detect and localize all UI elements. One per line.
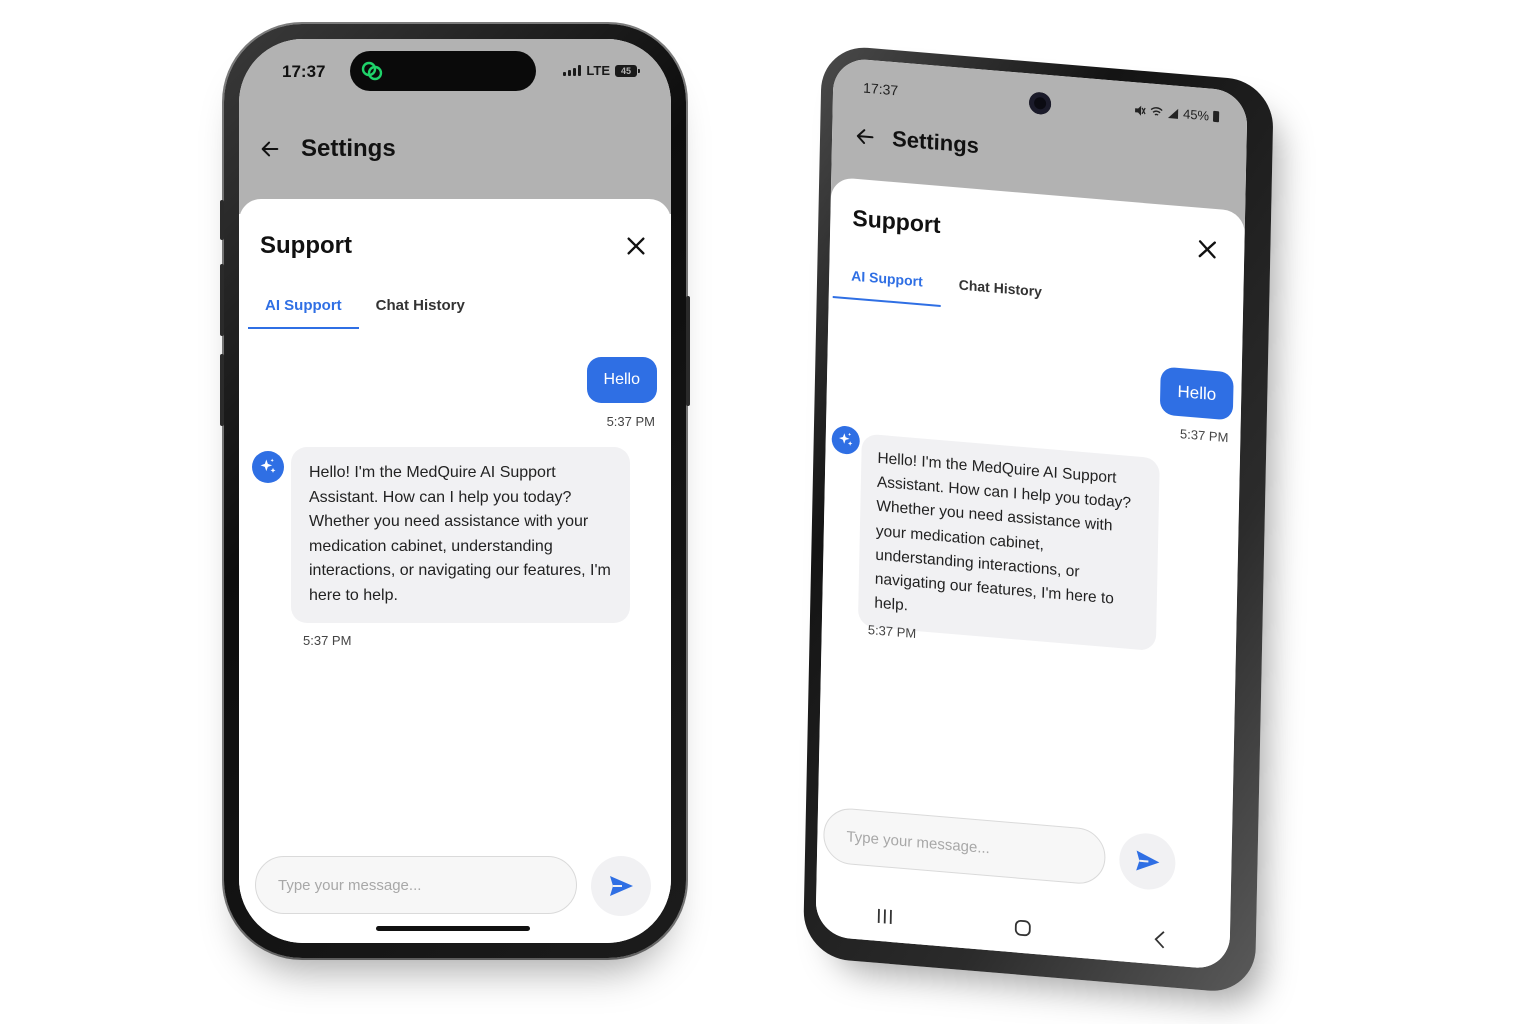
message-timestamp: 5:37 PM bbox=[867, 621, 917, 642]
back-chevron-icon[interactable] bbox=[1149, 927, 1173, 953]
status-bar: 17:37 LTE 45 bbox=[239, 39, 671, 99]
ai-avatar bbox=[831, 424, 861, 456]
message-timestamp: 5:37 PM bbox=[303, 633, 352, 648]
send-button[interactable] bbox=[1118, 831, 1176, 892]
support-sheet: Support AI Support Chat History Hello 5:… bbox=[815, 176, 1246, 971]
ai-avatar bbox=[252, 451, 284, 483]
phone-screen: 17:37 LTE 45 Settings Support AI Support… bbox=[239, 39, 671, 943]
dimmed-header: 17:37 LTE 45 Settings bbox=[239, 39, 671, 214]
front-camera bbox=[1028, 91, 1052, 116]
assistant-message-bubble: Hello! I'm the MedQuire AI Support Assis… bbox=[857, 433, 1160, 652]
message-timestamp: 5:37 PM bbox=[606, 414, 655, 429]
status-time: 17:37 bbox=[862, 79, 899, 99]
tab-chat-history[interactable]: Chat History bbox=[940, 266, 1060, 317]
home-indicator[interactable] bbox=[376, 926, 530, 931]
page-title: Settings bbox=[891, 125, 980, 159]
sheet-title: Support bbox=[852, 204, 941, 238]
network-label: LTE bbox=[586, 63, 610, 78]
android-device-wrapper: 17:37 45% Settings Support AI Support Ch… bbox=[802, 44, 1302, 1007]
status-time: 17:37 bbox=[282, 62, 326, 81]
page-title: Settings bbox=[301, 135, 396, 162]
volume-up-button bbox=[220, 264, 224, 336]
wifi-icon bbox=[1150, 106, 1163, 116]
message-timestamp: 5:37 PM bbox=[1179, 426, 1229, 446]
signal-icon bbox=[563, 65, 582, 76]
assistant-message-bubble: Hello! I'm the MedQuire AI Support Assis… bbox=[291, 447, 630, 623]
status-indicators: 45% bbox=[1134, 102, 1220, 124]
back-arrow-icon[interactable] bbox=[259, 138, 281, 160]
back-arrow-icon[interactable] bbox=[854, 125, 876, 149]
message-input[interactable] bbox=[255, 856, 577, 914]
tab-chat-history[interactable]: Chat History bbox=[359, 287, 482, 329]
app-bar: Settings bbox=[854, 123, 979, 159]
support-sheet: Support AI Support Chat History Hello 5:… bbox=[239, 199, 671, 943]
sheet-title: Support bbox=[260, 232, 352, 259]
close-icon[interactable] bbox=[625, 235, 647, 257]
action-button bbox=[220, 200, 224, 240]
power-button bbox=[686, 296, 690, 406]
linked-rings-icon bbox=[361, 61, 383, 81]
user-message-bubble: Hello bbox=[586, 357, 657, 403]
phone-screen: 17:37 45% Settings Support AI Support Ch… bbox=[815, 56, 1248, 971]
battery-icon bbox=[1212, 110, 1220, 123]
dynamic-island bbox=[350, 51, 536, 91]
user-message-bubble: Hello bbox=[1160, 366, 1234, 421]
volume-down-button bbox=[220, 354, 224, 426]
sparkle-icon bbox=[839, 432, 853, 446]
battery-percent: 45% bbox=[1182, 106, 1210, 124]
android-device: 17:37 45% Settings Support AI Support Ch… bbox=[802, 44, 1274, 995]
home-icon[interactable] bbox=[1011, 915, 1035, 941]
tab-bar: AI Support Chat History bbox=[832, 257, 1061, 317]
tab-ai-support[interactable]: AI Support bbox=[248, 287, 359, 329]
battery-icon: 45 bbox=[615, 64, 640, 77]
tab-bar: AI Support Chat History bbox=[248, 287, 482, 329]
send-icon bbox=[1136, 850, 1160, 871]
message-input[interactable] bbox=[822, 806, 1106, 886]
send-icon bbox=[610, 876, 633, 896]
sparkle-icon bbox=[260, 458, 276, 473]
recents-icon[interactable] bbox=[873, 903, 897, 929]
mute-icon bbox=[1135, 105, 1146, 116]
signal-icon bbox=[1167, 108, 1179, 119]
send-button[interactable] bbox=[591, 856, 651, 916]
close-icon[interactable] bbox=[1196, 237, 1218, 261]
iphone-device: 17:37 LTE 45 Settings Support AI Support… bbox=[220, 24, 690, 958]
app-bar: Settings bbox=[259, 135, 396, 163]
tab-ai-support[interactable]: AI Support bbox=[832, 257, 942, 307]
status-indicators: LTE 45 bbox=[563, 63, 640, 78]
mockup-stage: 17:37 LTE 45 Settings Support AI Support… bbox=[0, 0, 1535, 1024]
system-nav-bar bbox=[815, 886, 1230, 971]
